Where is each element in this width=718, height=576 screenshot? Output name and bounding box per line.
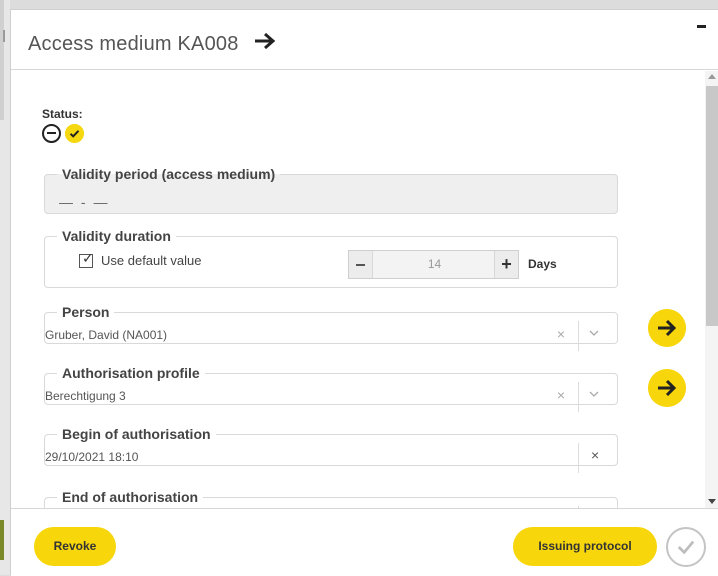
date-divider xyxy=(578,443,579,473)
begin-of-authorisation-field: Begin of authorisation 29/10/2021 18:10 … xyxy=(44,426,618,473)
person-legend: Person xyxy=(62,304,110,320)
dialog-title: Access medium KA008 xyxy=(28,33,239,55)
authorisation-profile-legend: Authorisation profile xyxy=(62,365,200,381)
open-person-button[interactable] xyxy=(648,309,686,347)
person-select-value[interactable]: Gruber, David (NA001) xyxy=(45,328,545,342)
open-authorisation-profile-button[interactable] xyxy=(648,369,686,407)
checkbox-check-icon: ✓ xyxy=(82,250,94,266)
select-divider xyxy=(578,382,579,412)
select-divider xyxy=(578,321,579,351)
status-label: Status: xyxy=(42,107,83,121)
decrement-button[interactable] xyxy=(349,251,373,278)
validity-duration-legend: Validity duration xyxy=(62,228,171,244)
scroll-thumb[interactable] xyxy=(706,86,718,326)
background-window-accent xyxy=(0,520,4,560)
clear-icon[interactable]: × xyxy=(591,447,599,463)
end-of-authorisation-field: End of authorisation xyxy=(44,489,618,508)
person-field: Person Gruber, David (NA001) × xyxy=(44,304,618,351)
chevron-down-icon[interactable] xyxy=(589,330,599,337)
duration-unit-label: Days xyxy=(528,257,557,271)
duration-input[interactable]: 14 xyxy=(373,251,496,278)
validity-duration-group: Validity duration ✓ Use default value 14… xyxy=(44,228,618,288)
duration-stepper: 14 + xyxy=(348,250,519,279)
begin-datetime-input[interactable]: 29/10/2021 18:10 xyxy=(45,450,138,464)
minus-circle-icon[interactable] xyxy=(42,124,61,143)
validity-period-legend: Validity period (access medium) xyxy=(62,166,276,182)
chevron-down-icon[interactable] xyxy=(589,391,599,398)
check-circle-icon[interactable] xyxy=(65,124,84,143)
access-medium-dialog: Access medium KA008 Status: Validity per… xyxy=(10,9,718,576)
vertical-scrollbar[interactable] xyxy=(705,71,718,508)
dialog-content: Status: Validity period (access medium) … xyxy=(11,71,718,508)
use-default-label[interactable]: Use default value xyxy=(101,253,201,268)
clear-icon[interactable]: × xyxy=(553,386,569,404)
arrow-right-icon[interactable] xyxy=(254,32,276,50)
scroll-up-icon[interactable] xyxy=(708,74,716,79)
dialog-header: Access medium KA008 xyxy=(11,10,718,70)
minimize-icon[interactable] xyxy=(697,25,706,28)
validity-period-group: Validity period (access medium) — - — xyxy=(44,166,618,214)
background-window-tab xyxy=(0,0,4,120)
confirm-check-icon[interactable] xyxy=(666,527,706,567)
increment-button[interactable]: + xyxy=(494,251,518,278)
end-of-authorisation-legend: End of authorisation xyxy=(62,489,199,505)
issuing-protocol-button[interactable]: Issuing protocol xyxy=(513,527,657,566)
scroll-down-icon[interactable] xyxy=(708,499,716,504)
clear-icon[interactable]: × xyxy=(553,325,569,343)
background-window-marker xyxy=(3,30,5,42)
validity-period-value: — - — xyxy=(59,194,110,210)
use-default-checkbox[interactable]: ✓ xyxy=(79,250,94,268)
authorisation-profile-field: Authorisation profile Berechtigung 3 × xyxy=(44,365,618,412)
begin-of-authorisation-legend: Begin of authorisation xyxy=(62,426,211,442)
authorisation-profile-select-value[interactable]: Berechtigung 3 xyxy=(45,389,545,403)
revoke-button[interactable]: Revoke xyxy=(34,527,116,566)
dialog-footer: Revoke Issuing protocol xyxy=(11,508,718,576)
